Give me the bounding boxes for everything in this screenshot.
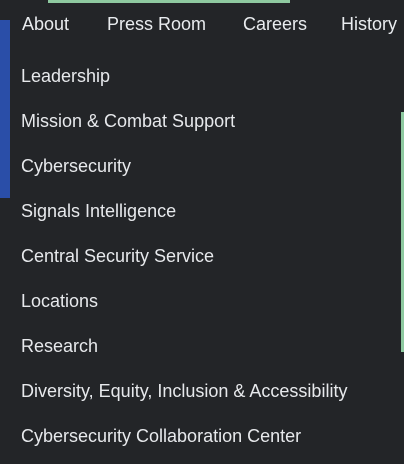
top-navigation: About Press Room Careers History (0, 0, 404, 48)
dropdown-menu-screen: About Press Room Careers History Leaders… (0, 0, 404, 464)
menu-item-leadership[interactable]: Leadership (0, 54, 404, 99)
menu-item-central-security-service[interactable]: Central Security Service (0, 234, 404, 279)
nav-press-room-link[interactable]: Press Room (107, 14, 206, 34)
menu-item-cybersecurity[interactable]: Cybersecurity (0, 144, 404, 189)
menu-item-cybersecurity-collaboration-center[interactable]: Cybersecurity Collaboration Center (0, 414, 404, 459)
menu-item-signals-intelligence[interactable]: Signals Intelligence (0, 189, 404, 234)
about-submenu: Leadership Mission & Combat Support Cybe… (0, 54, 404, 459)
nav-about-link[interactable]: About (22, 14, 69, 34)
nav-history-link[interactable]: History (341, 14, 397, 34)
menu-item-mission-combat-support[interactable]: Mission & Combat Support (0, 99, 404, 144)
menu-item-diversity-equity-inclusion-accessibility[interactable]: Diversity, Equity, Inclusion & Accessibi… (0, 369, 404, 414)
menu-item-research[interactable]: Research (0, 324, 404, 369)
nav-careers-link[interactable]: Careers (243, 14, 307, 34)
menu-item-locations[interactable]: Locations (0, 279, 404, 324)
